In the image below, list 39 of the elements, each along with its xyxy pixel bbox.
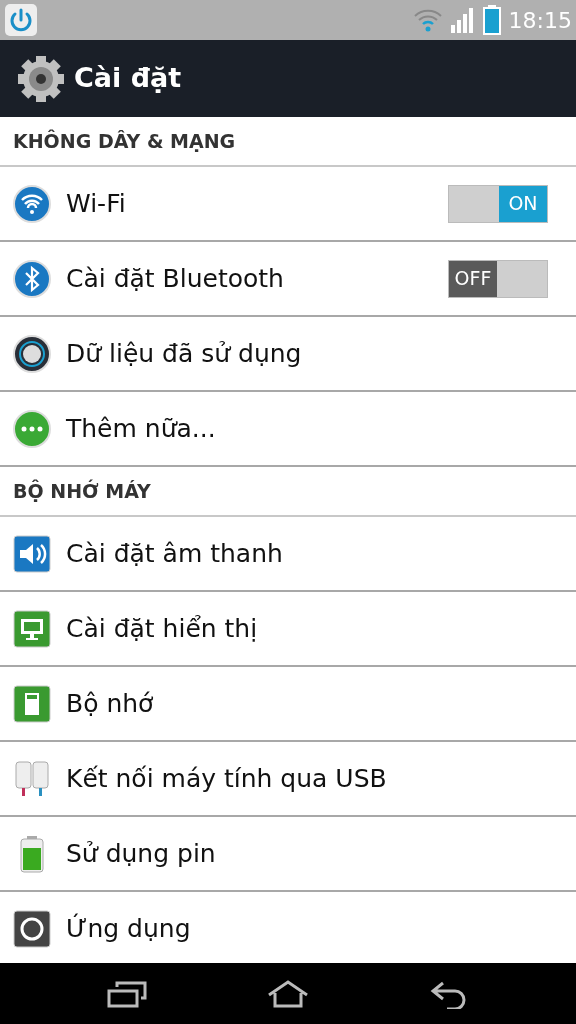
- apps-icon: [12, 908, 52, 949]
- settings-item[interactable]: Dữ liệu đã sử dụng: [0, 317, 576, 392]
- speaker-icon: [12, 533, 52, 574]
- wifi-icon: [412, 8, 443, 32]
- settings-item[interactable]: Wi-Fi ON: [0, 167, 576, 242]
- item-label: Cài đặt âm thanh: [66, 537, 283, 570]
- item-label: Sử dụng pin: [66, 837, 216, 870]
- screen-title: Cài đặt: [74, 61, 182, 96]
- settings-item[interactable]: Thêm nữa...: [0, 392, 576, 467]
- toggle-switch[interactable]: OFF: [448, 259, 548, 298]
- data-usage-icon: [12, 333, 52, 374]
- bluetooth-icon: [12, 258, 52, 299]
- item-label: Ứng dụng: [66, 912, 191, 945]
- power-icon[interactable]: [4, 3, 38, 37]
- sd-card-icon: [12, 683, 52, 724]
- more-icon: [12, 408, 52, 449]
- item-label: Kết nối máy tính qua USB: [66, 762, 387, 795]
- item-label: Bộ nhớ: [66, 687, 154, 720]
- settings-item[interactable]: Kết nối máy tính qua USB: [0, 742, 576, 817]
- clock-time: 18:15: [508, 6, 572, 35]
- home-icon[interactable]: [266, 978, 310, 1009]
- battery-icon: [482, 5, 501, 35]
- settings-item[interactable]: Bộ nhớ: [0, 667, 576, 742]
- section-header: KHÔNG DÂY & MẠNG: [13, 128, 236, 154]
- section-header: BỘ NHỚ MÁY: [13, 478, 151, 504]
- wifi-icon: [12, 183, 52, 224]
- gear-icon[interactable]: [16, 53, 66, 104]
- item-label: Thêm nữa...: [66, 412, 216, 445]
- item-label: Cài đặt hiển thị: [66, 612, 258, 645]
- signal-icon: [450, 7, 475, 33]
- item-label: Cài đặt Bluetooth: [66, 262, 284, 295]
- item-label: Dữ liệu đã sử dụng: [66, 337, 302, 370]
- item-label: Wi-Fi: [66, 187, 126, 220]
- usb-plug-icon: [12, 758, 52, 799]
- monitor-icon: [12, 608, 52, 649]
- settings-item[interactable]: Cài đặt hiển thị: [0, 592, 576, 667]
- settings-item[interactable]: Cài đặt Bluetooth OFF: [0, 242, 576, 317]
- settings-item[interactable]: Cài đặt âm thanh: [0, 517, 576, 592]
- settings-item[interactable]: Sử dụng pin: [0, 817, 576, 892]
